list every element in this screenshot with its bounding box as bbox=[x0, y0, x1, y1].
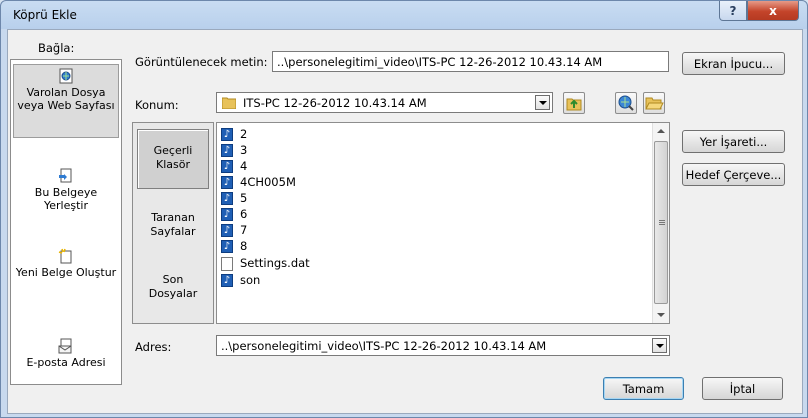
tab-browsed-pages-label: Taranan Sayfalar bbox=[150, 211, 196, 238]
ok-button[interactable]: Tamam bbox=[603, 377, 684, 400]
address-label: Adres: bbox=[135, 340, 172, 354]
audio-file-icon: ♪ bbox=[221, 240, 233, 253]
link-email-label: E-posta Adresi bbox=[26, 356, 106, 369]
chevron-down-icon[interactable] bbox=[652, 338, 667, 353]
scrollbar-thumb[interactable] bbox=[654, 141, 668, 304]
scroll-down-icon[interactable] bbox=[653, 307, 669, 323]
list-item[interactable]: ♪ 5 bbox=[221, 191, 247, 206]
look-in-dropdown[interactable]: ITS-PC 12-26-2012 10.43.14 AM bbox=[216, 92, 553, 113]
new-document-icon bbox=[58, 248, 72, 264]
email-icon bbox=[58, 338, 72, 354]
window-title: Köprü Ekle bbox=[13, 8, 77, 22]
browse-file-button[interactable] bbox=[643, 92, 665, 114]
file-name: 4CH005M bbox=[240, 175, 296, 189]
folder-icon bbox=[222, 97, 236, 109]
audio-file-icon: ♪ bbox=[221, 224, 233, 237]
audio-file-icon: ♪ bbox=[221, 208, 233, 221]
list-item[interactable]: ♪ 2 bbox=[221, 127, 247, 142]
list-item[interactable]: ♪ 6 bbox=[221, 207, 247, 222]
link-email[interactable]: E-posta Adresi bbox=[13, 338, 119, 369]
display-text-label: Görüntülenecek metin: bbox=[135, 55, 268, 69]
list-item[interactable]: Settings.dat bbox=[221, 256, 310, 271]
chevron-down-icon[interactable] bbox=[535, 95, 550, 110]
list-item[interactable]: ♪ 4CH005M bbox=[221, 175, 296, 190]
tab-current-folder[interactable]: Geçerli Klasör bbox=[137, 129, 209, 189]
audio-file-icon: ♪ bbox=[221, 274, 233, 287]
tab-current-folder-label: Geçerli Klasör bbox=[153, 144, 193, 171]
file-name: son bbox=[240, 273, 261, 287]
vertical-scrollbar[interactable] bbox=[652, 123, 669, 323]
file-name: 8 bbox=[240, 239, 248, 253]
place-in-document-icon bbox=[59, 168, 72, 183]
list-item[interactable]: ♪ 4 bbox=[221, 159, 247, 174]
title-bar[interactable]: Köprü Ekle ? x bbox=[1, 1, 807, 29]
display-text-input[interactable]: ..\personelegitimi_video\ITS-PC 12-26-20… bbox=[272, 51, 669, 72]
open-folder-icon bbox=[645, 97, 664, 110]
list-item[interactable]: ♪ 3 bbox=[221, 143, 247, 158]
link-existing-file-label: Varolan Dosya veya Web Sayfası bbox=[17, 86, 115, 112]
browse-web-button[interactable] bbox=[615, 92, 637, 114]
file-name: 6 bbox=[240, 207, 248, 221]
address-input[interactable]: ..\personelegitimi_video\ITS-PC 12-26-20… bbox=[216, 335, 670, 356]
audio-file-icon: ♪ bbox=[221, 192, 233, 205]
link-to-label: Bağla: bbox=[38, 41, 75, 55]
screen-tip-button[interactable]: Ekran İpucu... bbox=[682, 52, 785, 75]
link-place-in-document-label: Bu Belgeye Yerleştir bbox=[34, 186, 98, 212]
audio-file-icon: ♪ bbox=[221, 160, 233, 173]
list-item[interactable]: ♪ 7 bbox=[221, 223, 247, 238]
document-file-icon bbox=[221, 256, 233, 271]
browse-tabs: Geçerli Klasör Taranan Sayfalar Son Dosy… bbox=[132, 122, 214, 324]
link-new-document[interactable]: Yeni Belge Oluştur bbox=[13, 248, 119, 279]
audio-file-icon: ♪ bbox=[221, 176, 233, 189]
audio-file-icon: ♪ bbox=[221, 128, 233, 141]
globe-search-icon bbox=[618, 95, 634, 111]
grip-icon bbox=[659, 220, 665, 225]
cancel-button[interactable]: İptal bbox=[702, 377, 783, 400]
file-name: 7 bbox=[240, 223, 248, 237]
address-value: ..\personelegitimi_video\ITS-PC 12-26-20… bbox=[221, 339, 547, 353]
close-button[interactable]: x bbox=[747, 1, 799, 21]
help-button[interactable]: ? bbox=[719, 1, 747, 21]
dialog-window: Köprü Ekle ? x Bağla: Varolan Dosya veya… bbox=[0, 0, 808, 418]
file-name: 2 bbox=[240, 127, 248, 141]
file-name: 5 bbox=[240, 191, 248, 205]
scroll-up-icon[interactable] bbox=[653, 123, 669, 139]
file-name: 4 bbox=[240, 159, 248, 173]
up-folder-button[interactable] bbox=[563, 92, 585, 114]
target-frame-button[interactable]: Hedef Çerçeve... bbox=[682, 163, 785, 186]
link-existing-file[interactable]: Varolan Dosya veya Web Sayfası bbox=[13, 64, 119, 138]
look-in-value: ITS-PC 12-26-2012 10.43.14 AM bbox=[243, 96, 427, 110]
bookmark-button[interactable]: Yer İşareti... bbox=[682, 130, 785, 153]
audio-file-icon: ♪ bbox=[221, 144, 233, 157]
tab-recent-files-label: Son Dosyalar bbox=[148, 273, 198, 300]
tab-browsed-pages[interactable]: Taranan Sayfalar bbox=[137, 211, 209, 239]
file-list[interactable]: ♪ 2 ♪ 3 ♪ 4 ♪ 4CH005M ♪ 5 ♪ 6 ♪ 7 ♪ 8 Settings.d… bbox=[216, 122, 670, 324]
link-to-bar: Varolan Dosya veya Web Sayfası Bu Belgey… bbox=[10, 59, 122, 385]
link-new-document-label: Yeni Belge Oluştur bbox=[15, 266, 117, 279]
link-place-in-document[interactable]: Bu Belgeye Yerleştir bbox=[13, 168, 119, 212]
web-page-icon bbox=[59, 68, 73, 84]
tab-recent-files[interactable]: Son Dosyalar bbox=[137, 273, 209, 301]
file-name: Settings.dat bbox=[240, 256, 310, 270]
file-name: 3 bbox=[240, 143, 248, 157]
list-item[interactable]: ♪ 8 bbox=[221, 239, 247, 254]
list-item[interactable]: ♪ son bbox=[221, 273, 260, 288]
look-in-label: Konum: bbox=[135, 98, 179, 112]
up-folder-icon bbox=[566, 98, 582, 111]
